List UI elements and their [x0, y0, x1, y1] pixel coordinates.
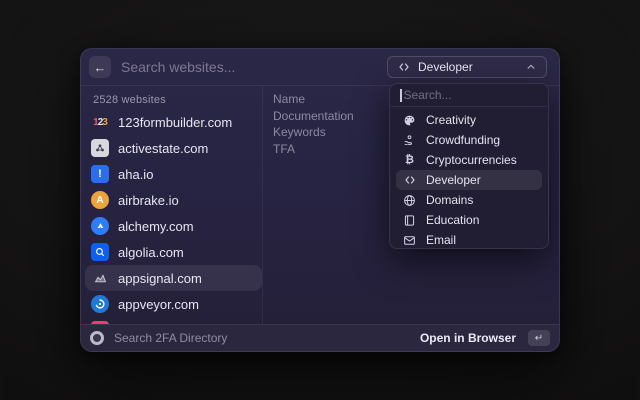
- activestate-favicon: [91, 139, 109, 157]
- website-name: appsignal.com: [118, 271, 202, 286]
- envelope-icon: [402, 233, 417, 248]
- dropdown-search-placeholder: Search...: [404, 88, 452, 102]
- dropdown-item-label: Cryptocurrencies: [426, 153, 517, 167]
- website-name: alchemy.com: [118, 219, 194, 234]
- return-key-icon: ↵: [528, 330, 550, 346]
- dropdown-item-creativity[interactable]: Creativity: [396, 110, 542, 130]
- website-name: 123formbuilder.com: [118, 115, 232, 130]
- bitcoin-icon: ₿: [402, 153, 417, 168]
- website-name: airbrake.io: [118, 193, 179, 208]
- dropdown-item-developer[interactable]: Developer: [396, 170, 542, 190]
- website-name: activestate.com: [118, 141, 208, 156]
- appsignal-favicon: [91, 269, 109, 287]
- dropdown-item-label: Creativity: [426, 113, 476, 127]
- dropdown-item-crowdfunding[interactable]: Crowdfunding: [396, 130, 542, 150]
- chevron-up-icon: [523, 60, 538, 75]
- list-item[interactable]: activestate.com: [85, 135, 262, 161]
- category-dropdown-panel: Search... Creativity Crowdfunding ₿ Cryp…: [389, 83, 549, 249]
- website-name: aha.io: [118, 167, 153, 182]
- back-button[interactable]: ←: [89, 56, 111, 78]
- list-item-selected[interactable]: appsignal.com: [85, 265, 262, 291]
- algolia-favicon: [91, 243, 109, 261]
- footer: Search 2FA Directory Open in Browser ↵: [81, 324, 559, 351]
- list-item[interactable]: ! aha.io: [85, 161, 262, 187]
- appveyor-favicon: [91, 295, 109, 313]
- website-name: appveyor.com: [118, 297, 199, 312]
- globe-icon: [402, 193, 417, 208]
- list-item[interactable]: A airbrake.io: [85, 187, 262, 213]
- launcher-window: ← Search websites... Developer 2528 webs…: [80, 48, 560, 352]
- 2fa-directory-icon: [90, 331, 104, 345]
- dropdown-item-label: Domains: [426, 193, 473, 207]
- footer-source-label: Search 2FA Directory: [114, 331, 410, 345]
- open-in-browser-button[interactable]: Open in Browser: [420, 331, 516, 345]
- 123formbuilder-favicon: 123: [91, 113, 109, 131]
- code-brackets-icon: [396, 60, 411, 75]
- list-item[interactable]: appveyor.com: [85, 291, 262, 317]
- website-name: algolia.com: [118, 245, 184, 260]
- palette-icon: [402, 113, 417, 128]
- book-icon: [402, 213, 417, 228]
- pane-divider: [262, 86, 263, 324]
- dropdown-item-label: Email: [426, 233, 456, 247]
- dropdown-item-domains[interactable]: Domains: [396, 190, 542, 210]
- code-brackets-icon: [402, 173, 417, 188]
- dropdown-search-input[interactable]: Search...: [390, 84, 548, 106]
- alchemy-favicon: [91, 217, 109, 235]
- text-caret: [400, 89, 402, 102]
- aha-favicon: !: [91, 165, 109, 183]
- list-item[interactable]: appwrite.io: [85, 317, 262, 324]
- category-label: Developer: [418, 60, 473, 74]
- detail-field-name: Name: [273, 91, 354, 108]
- dropdown-item-cryptocurrencies[interactable]: ₿ Cryptocurrencies: [396, 150, 542, 170]
- website-count-label: 2528 websites: [93, 94, 262, 106]
- website-list: 2528 websites 123 123formbuilder.com act…: [85, 86, 262, 324]
- back-arrow-icon: ←: [94, 60, 107, 75]
- detail-field-documentation: Documentation: [273, 108, 354, 125]
- detail-field-keywords: Keywords: [273, 124, 354, 141]
- list-item[interactable]: 123 123formbuilder.com: [85, 109, 262, 135]
- list-item[interactable]: algolia.com: [85, 239, 262, 265]
- airbrake-favicon: A: [91, 191, 109, 209]
- dropdown-item-email[interactable]: Email: [396, 230, 542, 249]
- dropdown-item-label: Crowdfunding: [426, 133, 500, 147]
- dropdown-item-education[interactable]: Education: [396, 210, 542, 230]
- header: ← Search websites... Developer: [81, 49, 559, 85]
- dropdown-item-label: Developer: [426, 173, 481, 187]
- detail-field-tfa: TFA: [273, 141, 354, 158]
- category-dropdown-button[interactable]: Developer: [387, 56, 547, 78]
- list-item[interactable]: alchemy.com: [85, 213, 262, 239]
- hand-coin-icon: [402, 133, 417, 148]
- dropdown-item-label: Education: [426, 213, 479, 227]
- details-pane: Name Documentation Keywords TFA: [273, 91, 354, 157]
